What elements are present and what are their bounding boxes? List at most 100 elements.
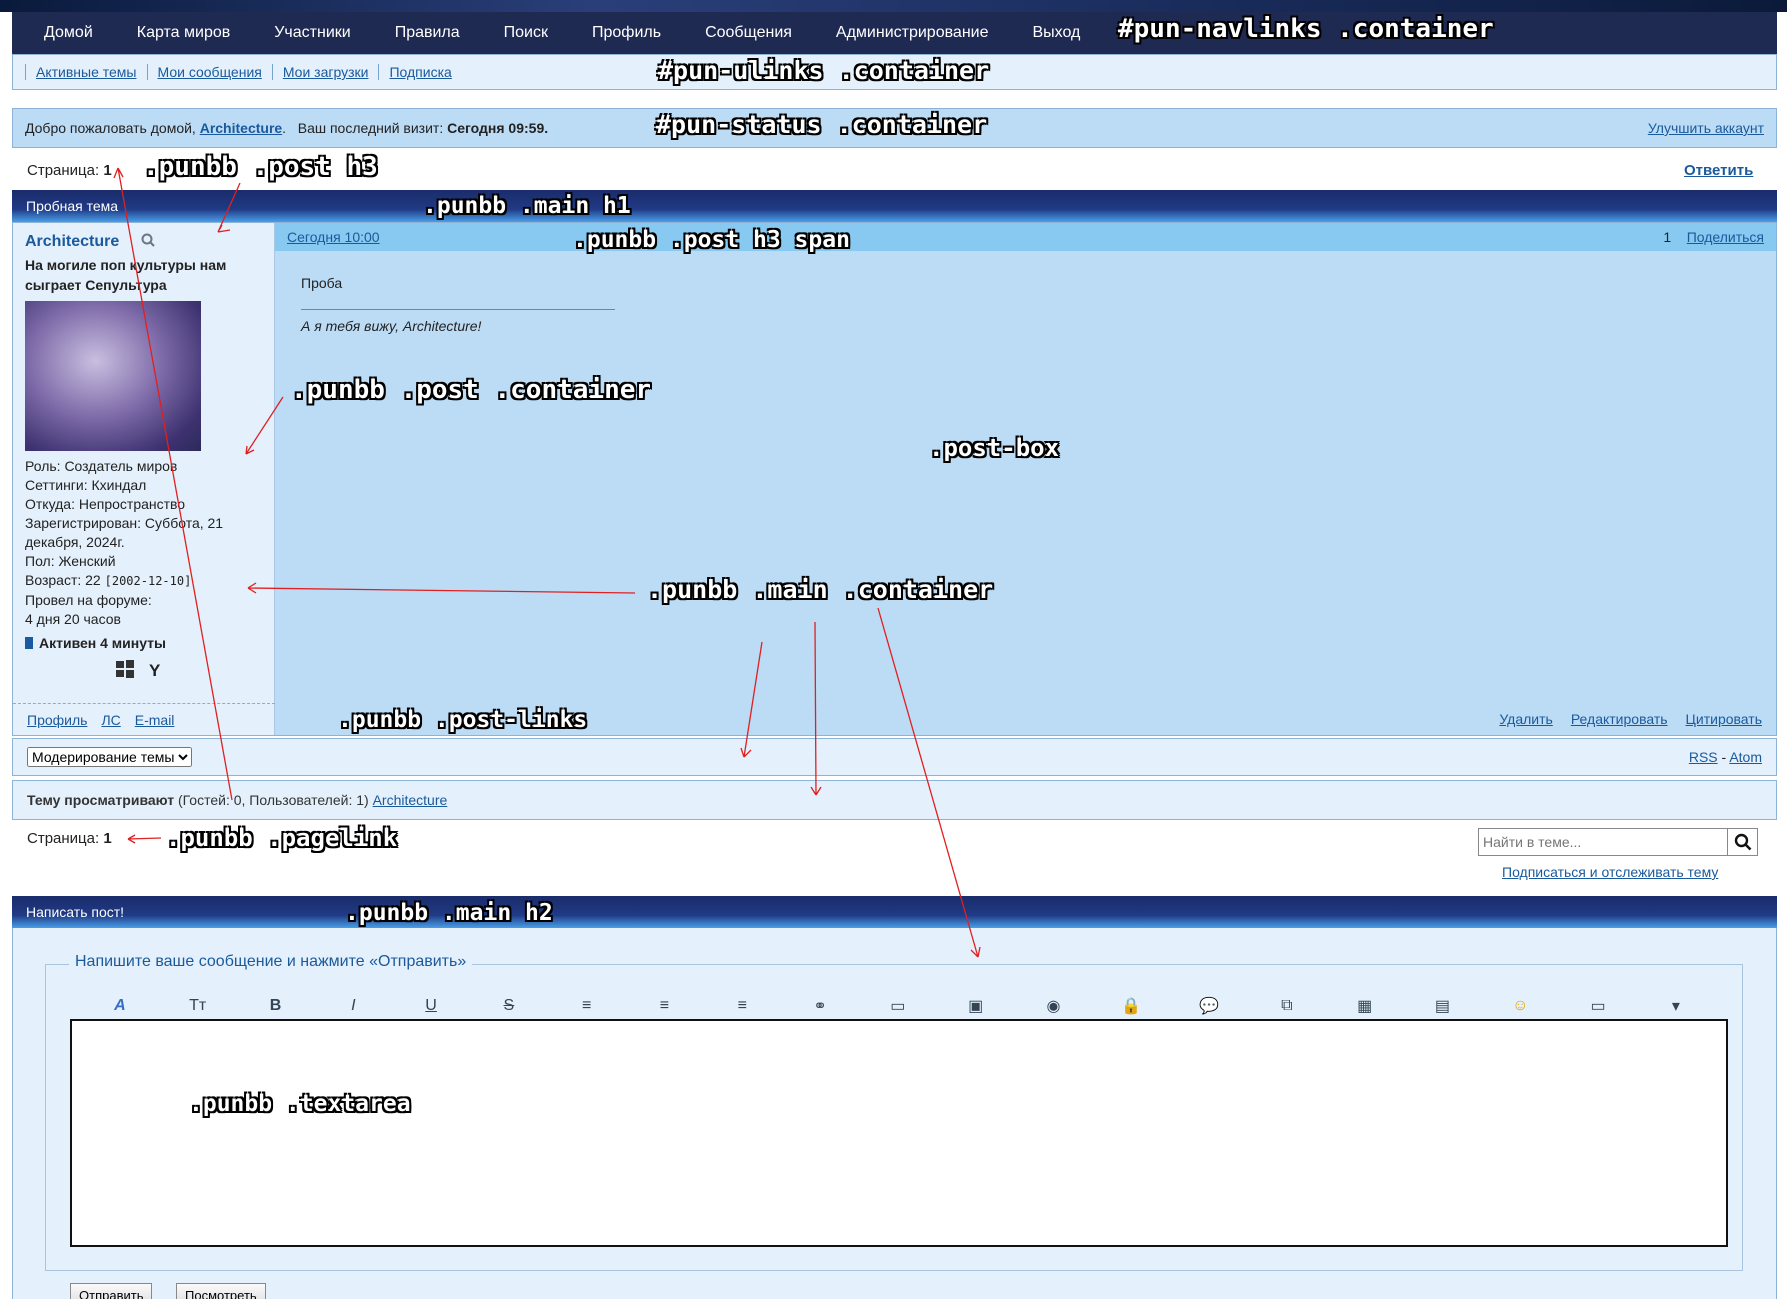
nav-logout[interactable]: Выход xyxy=(1011,24,1103,42)
font-icon[interactable]: A xyxy=(81,997,159,1015)
author-registered: Зарегистрирован: Суббота, 21 декабря, 20… xyxy=(25,515,224,550)
annotation-post-h3-span: .punbb .post h3 span xyxy=(573,227,850,253)
author-name[interactable]: Architecture xyxy=(25,233,119,251)
topic-search xyxy=(1478,828,1758,856)
arrow-pagelink xyxy=(127,834,162,844)
nav-rules[interactable]: Правила xyxy=(373,24,482,42)
avatar xyxy=(25,301,201,451)
write-post-title: Написать пост! xyxy=(12,896,1777,928)
align-left-icon[interactable]: ≡ xyxy=(548,997,626,1015)
annotation-main-container: .punbb .main .container xyxy=(647,575,994,604)
post-box: Проба А я тебя вижу, Architecture! xyxy=(275,263,615,334)
welcome-label: Добро пожаловать домой, xyxy=(25,120,196,136)
color-icon[interactable]: ▦ xyxy=(1326,996,1404,1016)
rss-link[interactable]: RSS xyxy=(1689,749,1718,765)
online-status: Активен 4 минуты xyxy=(25,635,262,651)
annotation-textarea: .punbb .textarea xyxy=(189,1091,411,1117)
strike-icon[interactable]: S xyxy=(470,997,548,1015)
pagelink-bottom: Страница: 1 xyxy=(27,830,112,847)
hide-icon[interactable]: 🔒 xyxy=(1092,996,1170,1016)
post-content: Проба xyxy=(301,275,343,291)
upload-icon[interactable]: ▭ xyxy=(1559,996,1637,1016)
subscribe-topic-link[interactable]: Подписаться и отслеживать тему xyxy=(1502,864,1718,880)
nav-users[interactable]: Участники xyxy=(252,24,372,42)
annotation-post-h3: .punbb .post h3 xyxy=(143,152,378,182)
post-container: Architecture На могиле поп культуры нам … xyxy=(12,222,1777,736)
author-profile-link[interactable]: Профиль xyxy=(27,712,87,728)
video-icon[interactable]: ◉ xyxy=(1015,996,1093,1016)
more-icon[interactable]: ▾ xyxy=(1637,996,1715,1016)
table-icon[interactable]: ▤ xyxy=(1404,996,1482,1016)
online-indicator xyxy=(25,637,33,649)
ulink-my-uploads[interactable]: Мои загрузки xyxy=(271,64,379,80)
search-button[interactable] xyxy=(1727,829,1757,855)
code-icon[interactable]: ⧉ xyxy=(1248,997,1326,1015)
nav-messages[interactable]: Сообщения xyxy=(683,24,814,42)
edit-link[interactable]: Редактировать xyxy=(1571,711,1668,727)
smile-icon[interactable]: ☺ xyxy=(1481,997,1559,1015)
bold-icon[interactable]: B xyxy=(237,997,315,1015)
welcome-user-link[interactable]: Architecture xyxy=(200,120,282,136)
ulink-active-topics[interactable]: Активные темы xyxy=(25,64,147,80)
author-title: На могиле поп культуры нам сыграет Сепул… xyxy=(25,257,227,293)
reply-link[interactable]: Ответить xyxy=(1684,162,1753,179)
post-header: Сегодня 10:00 1 Поделиться xyxy=(275,223,1776,251)
author-info: Роль: Создатель миров Сеттинги: Кхиндал … xyxy=(25,457,262,629)
ulink-my-posts[interactable]: Мои сообщения xyxy=(146,64,272,80)
moderation-select[interactable]: Модерирование темы xyxy=(27,747,192,767)
viewer-user-link[interactable]: Architecture xyxy=(373,792,448,808)
share-link[interactable]: Поделиться xyxy=(1687,229,1764,245)
delete-link[interactable]: Удалить xyxy=(1499,711,1552,727)
annotation-post-container: .punbb .post .container xyxy=(291,375,652,405)
author-from: Откуда: Непространство xyxy=(25,496,186,512)
atom-link[interactable]: Atom xyxy=(1729,749,1762,765)
align-right-icon[interactable]: ≡ xyxy=(703,997,781,1015)
size-icon[interactable]: Tт xyxy=(159,997,237,1015)
nav-home[interactable]: Домой xyxy=(22,24,115,42)
search-button-icon xyxy=(1734,833,1751,851)
align-center-icon[interactable]: ≡ xyxy=(626,997,704,1015)
post-date-link[interactable]: Сегодня 10:00 xyxy=(287,229,380,245)
preview-button[interactable]: Посмотреть xyxy=(176,1283,266,1299)
ulink-subscriptions[interactable]: Подписка xyxy=(378,64,461,80)
author-email-link[interactable]: E-mail xyxy=(135,712,175,728)
nav-profile[interactable]: Профиль xyxy=(570,24,683,42)
italic-icon[interactable]: I xyxy=(314,997,392,1015)
annotation-ulinks: #pun-ulinks .container xyxy=(658,56,990,85)
annotation-post-box: .post-box xyxy=(929,434,1060,462)
link-icon[interactable]: ⚭ xyxy=(781,996,859,1016)
quote-link[interactable]: Цитировать xyxy=(1686,711,1762,727)
online-text: Активен 4 минуты xyxy=(39,635,166,651)
feed-separator: - xyxy=(1721,749,1727,765)
annotation-main-h2: .punbb .main h2 xyxy=(345,900,553,926)
author-pm-link[interactable]: ЛС xyxy=(101,712,120,728)
post-textarea[interactable] xyxy=(70,1019,1728,1247)
author-age-date: [2002-12-10] xyxy=(104,574,192,588)
search-icon[interactable] xyxy=(141,233,155,251)
post-signature: А я тебя вижу, Architecture! xyxy=(301,309,615,334)
author-age-value: Возраст: 22 xyxy=(25,572,101,588)
welcome-text: Добро пожаловать домой, Architecture. Ва… xyxy=(25,120,549,136)
annotation-post-links: .punbb .post-links xyxy=(338,707,588,733)
upgrade-account-link[interactable]: Улучшить аккаунт xyxy=(1648,120,1764,136)
nav-search[interactable]: Поиск xyxy=(482,24,570,42)
page-number-bottom[interactable]: 1 xyxy=(103,830,111,847)
underline-icon[interactable]: U xyxy=(392,997,470,1015)
yandex-icon: Y xyxy=(149,661,161,680)
annotation-main-h1: .punbb .main h1 xyxy=(423,193,631,219)
author-os-icons: Y xyxy=(115,659,262,683)
quote-icon[interactable]: 💬 xyxy=(1170,996,1248,1016)
nav-admin[interactable]: Администрирование xyxy=(814,24,1011,42)
submit-button[interactable]: Отправить xyxy=(70,1283,153,1299)
windows-icon xyxy=(115,659,135,683)
topic-search-input[interactable] xyxy=(1479,829,1727,855)
viewers-label: Тему просматривают xyxy=(27,792,175,808)
nav-world-map[interactable]: Карта миров xyxy=(115,24,253,42)
author-time-value: 4 дня 20 часов xyxy=(25,611,121,627)
image-icon[interactable]: ▭ xyxy=(859,996,937,1016)
post-number: 1 xyxy=(1663,229,1672,245)
moderation-bar: Модерирование темы RSS - Atom xyxy=(12,738,1777,776)
spoiler-icon[interactable]: ▣ xyxy=(937,996,1015,1016)
page-number[interactable]: 1 xyxy=(103,162,111,179)
author-time-label: Провел на форуме: xyxy=(25,592,152,608)
